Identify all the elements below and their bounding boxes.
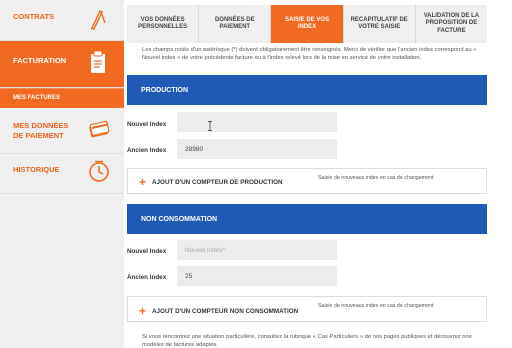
tab-validation[interactable]: VALIDATION DE LA PROPOSITION DE FACTURE [415,5,488,43]
sidebar-subitem-mes-factures[interactable]: MES FACTURES [0,88,124,108]
add-production-meter-button[interactable]: + AJOUT D'UN COMPTEUR DE PRODUCTION Sais… [127,168,487,194]
nouvel-index-label: Nouvel Index [127,248,167,255]
plus-icon: + [139,304,147,318]
text-cursor-icon [207,118,213,131]
clock-icon [88,160,110,189]
tab-saisie-index[interactable]: SAISIE DE VOS INDEX [271,5,344,43]
section-title: NON CONSOMMATION [141,216,218,223]
non-conso-ancien-index-input[interactable]: 25 [177,266,337,286]
add-non-consommation-meter-button[interactable]: + AJOUT D'UN COMPTEUR NON CONSOMMATION S… [127,296,487,322]
sidebar-subitem-label: MES FACTURES [13,95,61,101]
sidebar-item-contrats[interactable]: CONTRATS [0,0,124,41]
sidebar-item-historique[interactable]: HISTORIQUE [0,154,124,194]
sidebar-item-label: FACTURATION [13,56,67,65]
ancien-index-label: Ancien Index [127,274,167,281]
pen-icon [88,8,108,35]
step-tabs: VOS DONNÉES PERSONNELLES DONNÉES DE PAIEME… [127,5,488,43]
section-title: PRODUCTION [141,87,189,94]
add-meter-label: AJOUT D'UN COMPTEUR NON CONSOMMATION [152,308,299,315]
card-icon [88,119,110,144]
production-ancien-index-input[interactable]: 28980 [177,139,337,159]
section-header-non-consommation: NON CONSOMMATION [127,204,487,234]
sidebar-item-label: CONTRATS [13,12,55,21]
section-header-production: PRODUCTION [127,75,487,105]
add-meter-label: AJOUT D'UN COMPTEUR DE PRODUCTION [152,179,283,186]
nouvel-index-label: Nouvel Index [127,121,167,128]
tab-recapitulatif[interactable]: RECAPITULATIF DE VOTRE SAISIE [343,5,416,43]
intro-text: Les champs notés d'un astérisque (*) doi… [142,47,477,61]
sidebar-item-paiement[interactable]: MES DONNÉES DE PAIEMENT [0,108,124,154]
sidebar-item-facturation[interactable]: FACTURATION [0,41,124,88]
sidebar-item-label: MES DONNÉES DE PAIEMENT [13,121,69,140]
add-meter-hint: Saisie de nouveaux index en cas de chang… [318,303,434,309]
production-nouvel-index-input[interactable] [177,112,337,132]
sidebar: CONTRATS FACTURATION MES FACTURES MES DO… [0,0,124,348]
tab-donnees-paiement[interactable]: DONNÉES DE PAIEMENT [199,5,272,43]
tab-donnees-personnelles[interactable]: VOS DONNÉES PERSONNELLES [127,5,200,43]
plus-icon: + [139,175,147,189]
non-conso-nouvel-index-input[interactable]: Nouvel index* [177,240,337,260]
sidebar-item-label: HISTORIQUE [13,165,60,174]
bill-icon [88,50,108,81]
add-meter-hint: Saisie de nouveaux index en cas de chang… [318,175,434,181]
ancien-index-label: Ancien Index [127,147,167,154]
footer-note: Si vous rencontrez une situation particu… [142,334,472,348]
